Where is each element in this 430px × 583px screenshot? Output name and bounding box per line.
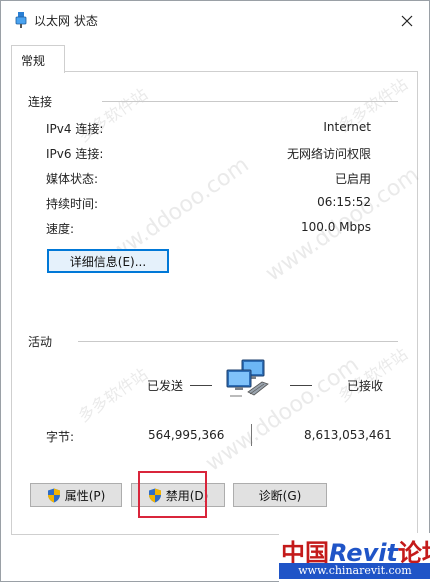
chinarevit-logo: 中国Revit论坛 www.chinarevit.com — [279, 533, 430, 583]
ipv4-value: Internet — [323, 120, 371, 134]
speed-label: 速度: — [46, 222, 75, 236]
properties-button[interactable]: 属性(P) — [30, 483, 122, 507]
ipv6-value: 无网络访问权限 — [286, 147, 371, 161]
details-button-label: 详细信息(E)... — [69, 254, 147, 269]
received-dash — [290, 385, 312, 386]
speed-value: 100.0 Mbps — [300, 220, 371, 234]
general-tab-panel: www.ddooo.com www.ddooo.com www.ddooo.co… — [11, 71, 424, 535]
connection-group-line — [102, 101, 398, 102]
received-label: 已接收 — [347, 379, 384, 393]
media-state-label: 媒体状态: — [46, 172, 99, 186]
diagnose-button[interactable]: 诊断(G) — [233, 483, 327, 507]
close-icon — [401, 15, 413, 27]
activity-group-line — [78, 341, 398, 342]
bytes-received-value: 8,613,053,461 — [304, 428, 392, 442]
bytes-label: 字节: — [46, 430, 75, 444]
duration-label: 持续时间: — [46, 197, 99, 211]
connection-group-label: 连接 — [28, 93, 59, 110]
uac-shield-icon — [47, 488, 60, 502]
ethernet-status-window: 以太网 状态 常规 www.ddooo.com www.ddooo.com ww… — [0, 0, 430, 583]
network-computers-icon — [226, 359, 269, 397]
watermark-cn-3: 多多软件站 — [74, 364, 152, 426]
sent-label: 已发送 — [147, 379, 184, 393]
title-bar[interactable]: 以太网 状态 — [1, 1, 429, 39]
media-state-value: 已启用 — [334, 172, 371, 186]
tab-general[interactable]: 常规 — [11, 45, 65, 73]
diagnose-button-label: 诊断(G) — [258, 488, 302, 503]
bytes-sent-value: 564,995,366 — [148, 428, 225, 442]
chinarevit-url: www.chinarevit.com — [279, 563, 430, 579]
activity-group-label: 活动 — [28, 333, 59, 350]
duration-value: 06:15:52 — [317, 195, 371, 209]
ipv4-label: IPv4 连接: — [46, 122, 104, 136]
close-button[interactable] — [393, 9, 421, 33]
details-button[interactable]: 详细信息(E)... — [47, 249, 169, 273]
tab-strip: 常规 — [11, 45, 417, 73]
window-title: 以太网 状态 — [34, 14, 98, 28]
tab-general-label: 常规 — [21, 54, 46, 68]
annotation-highlight-box — [138, 471, 207, 518]
network-adapter-icon — [15, 12, 27, 28]
bytes-divider — [251, 424, 252, 446]
properties-button-label: 属性(P) — [64, 488, 106, 503]
ipv6-label: IPv6 连接: — [46, 147, 104, 161]
sent-dash — [190, 385, 212, 386]
watermark-cn-4: 多多软件站 — [334, 344, 412, 406]
